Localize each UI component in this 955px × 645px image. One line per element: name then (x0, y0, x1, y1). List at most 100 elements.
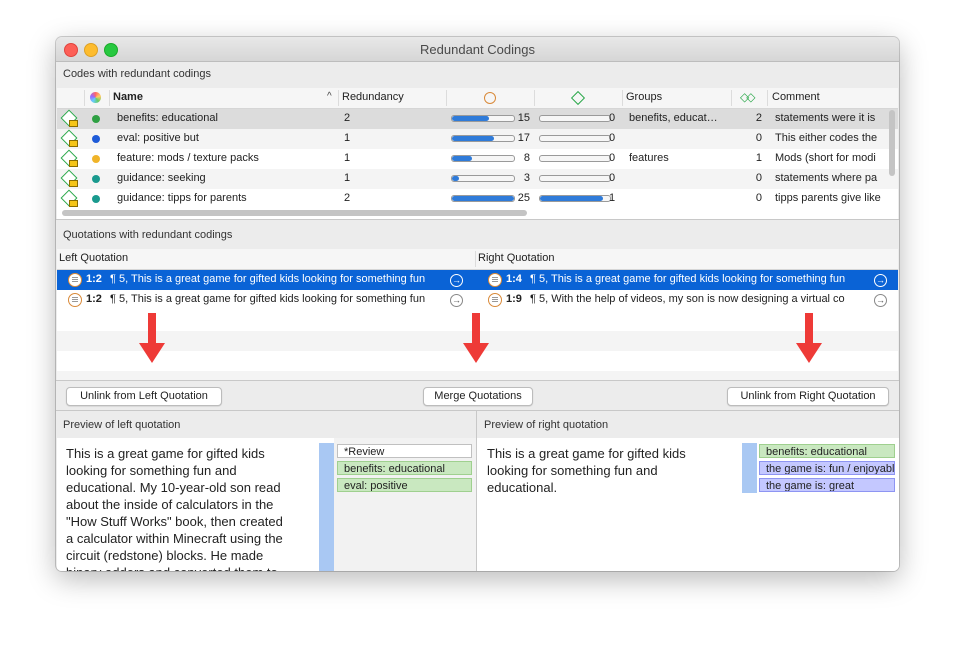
density-column-icon[interactable] (570, 90, 586, 106)
header-groups[interactable]: Groups (626, 91, 662, 103)
groundedness-value: 8 (523, 152, 530, 164)
header-right-quotation[interactable]: Right Quotation (478, 252, 554, 264)
density-value: 0 (609, 152, 616, 164)
density-bar (539, 195, 611, 202)
code-tag-icon (69, 200, 78, 207)
codes-table-header: Name ^ Redundancy Groups ◇◇ Comment (57, 88, 898, 109)
left-quotation-id: 1:2 (86, 273, 102, 285)
header-redundancy[interactable]: Redundancy (342, 91, 404, 103)
left-preview-content[interactable]: This is a great game for gifted kids look… (57, 438, 476, 571)
code-groups: benefits, educat… (629, 112, 718, 124)
code-groups: features (629, 152, 669, 164)
header-name[interactable]: Name (113, 91, 143, 103)
code-redundancy: 2 (344, 112, 351, 124)
merge-quotations-button[interactable]: Merge Quotations (423, 387, 533, 406)
codes-section-label: Codes with redundant codings (63, 68, 211, 80)
go-to-right-quotation-icon[interactable]: → (874, 294, 887, 307)
code-tag-icon (69, 140, 78, 147)
code-links: 0 (755, 132, 762, 144)
density-bar (539, 155, 611, 162)
go-to-left-quotation-icon[interactable]: → (450, 294, 463, 307)
groundedness-value: 15 (517, 112, 530, 124)
code-chip[interactable]: *Review (337, 444, 472, 458)
code-name: benefits: educational (117, 112, 218, 124)
code-links: 2 (755, 112, 762, 124)
left-quotation-text: ¶ 5, This is a great game for gifted kid… (110, 273, 426, 285)
preview-line: This is a great game for gifted kids (487, 446, 686, 461)
right-preview-content[interactable]: This is a great game for gifted kids look… (477, 438, 899, 571)
quotation-pair-row[interactable]: 1:2 ¶ 5, This is a great game for gifted … (57, 290, 898, 310)
right-margin-strip (742, 443, 757, 493)
left-preview-pane: Preview of left quotation This is a grea… (57, 411, 476, 571)
density-value: 1 (609, 192, 616, 204)
code-chip[interactable]: benefits: educational (337, 461, 472, 475)
groundedness-bar (451, 115, 515, 122)
quotation-icon (488, 273, 502, 287)
code-tag-icon (69, 180, 78, 187)
unlink-left-button[interactable]: Unlink from Left Quotation (66, 387, 222, 406)
go-to-right-quotation-icon[interactable]: → (874, 274, 887, 287)
groundedness-column-icon[interactable] (484, 92, 496, 104)
code-color-dot (92, 195, 100, 203)
preview-line: binary adders and converted them to (66, 564, 283, 571)
preview-line: looking for something fun and (66, 463, 237, 478)
unlink-right-button[interactable]: Unlink from Right Quotation (727, 387, 889, 406)
code-comment: This either codes the (775, 132, 878, 144)
code-row[interactable]: guidance: tipps for parents 2 25 1 0 tipps pa… (57, 189, 898, 209)
code-name: eval: positive but (117, 132, 199, 144)
header-left-quotation[interactable]: Left Quotation (59, 252, 128, 264)
density-value: 0 (609, 112, 616, 124)
code-links: 0 (755, 172, 762, 184)
code-tag-icon (69, 120, 78, 127)
density-value: 0 (609, 132, 616, 144)
groundedness-bar (451, 175, 515, 182)
preview-line: educational. My 10-year-old son read (66, 480, 281, 495)
sort-ascending-icon[interactable]: ^ (327, 91, 332, 102)
codes-vertical-scrollbar[interactable] (889, 110, 895, 176)
code-row[interactable]: guidance: seeking 1 3 0 0 statements where pa (57, 169, 898, 189)
right-preview-label: Preview of right quotation (484, 419, 609, 431)
redundant-codings-window: Redundant Codings Codes with redundant c… (56, 37, 899, 571)
code-redundancy: 2 (344, 192, 351, 204)
code-color-dot (92, 115, 100, 123)
title-bar: Redundant Codings (56, 37, 899, 62)
density-bar (539, 115, 611, 122)
code-comment: statements where pa (775, 172, 878, 184)
quotations-table-header: Left Quotation Right Quotation (57, 249, 898, 270)
codes-horizontal-scrollbar[interactable] (62, 210, 527, 216)
code-tag-icon (69, 160, 78, 167)
groundedness-bar (451, 135, 515, 142)
preview-line: circuit (redstone) blocks. He made (66, 548, 264, 563)
links-column-icon[interactable]: ◇◇ (740, 90, 756, 104)
code-comment: statements were it is (775, 112, 876, 124)
quotation-pair-row[interactable]: 1:2 ¶ 5, This is a great game for gifted … (57, 270, 898, 290)
header-comment[interactable]: Comment (772, 91, 820, 103)
right-quotation-id: 1:4 (506, 273, 522, 285)
right-quotation-text: ¶ 5, With the help of videos, my son is … (530, 293, 845, 305)
groundedness-bar (451, 155, 515, 162)
preview-line: a calculator within Minecraft using the (66, 531, 283, 546)
quotation-icon (68, 293, 82, 307)
code-row[interactable]: eval: positive but 1 17 0 0 This either codes… (57, 129, 898, 149)
codes-table[interactable]: Name ^ Redundancy Groups ◇◇ Comment bene… (57, 88, 898, 219)
code-comment: Mods (short for modi (775, 152, 876, 164)
code-redundancy: 1 (344, 132, 351, 144)
go-to-left-quotation-icon[interactable]: → (450, 274, 463, 287)
color-column-icon[interactable] (90, 92, 101, 103)
code-chip[interactable]: the game is: fun / enjoyable (759, 461, 895, 475)
density-value: 0 (609, 172, 616, 184)
code-chip[interactable]: eval: positive (337, 478, 472, 492)
preview-line: looking for something fun and (487, 463, 658, 478)
right-preview-text[interactable]: This is a great game for gifted kids look… (487, 445, 686, 496)
code-chip[interactable]: benefits: educational (759, 444, 895, 458)
left-preview-text[interactable]: This is a great game for gifted kids look… (66, 445, 283, 571)
code-row[interactable]: feature: mods / texture packs 1 8 0 features… (57, 149, 898, 169)
code-name: guidance: tipps for parents (117, 192, 247, 204)
left-quotation-text: ¶ 5, This is a great game for gifted kid… (110, 293, 426, 305)
code-chip[interactable]: the game is: great (759, 478, 895, 492)
left-quotation-id: 1:2 (86, 293, 102, 305)
code-row[interactable]: benefits: educational 2 15 0 benefits, educa… (57, 109, 898, 129)
groundedness-value: 17 (517, 132, 530, 144)
right-quotation-text: ¶ 5, This is a great game for gifted kid… (530, 273, 846, 285)
code-color-dot (92, 155, 100, 163)
